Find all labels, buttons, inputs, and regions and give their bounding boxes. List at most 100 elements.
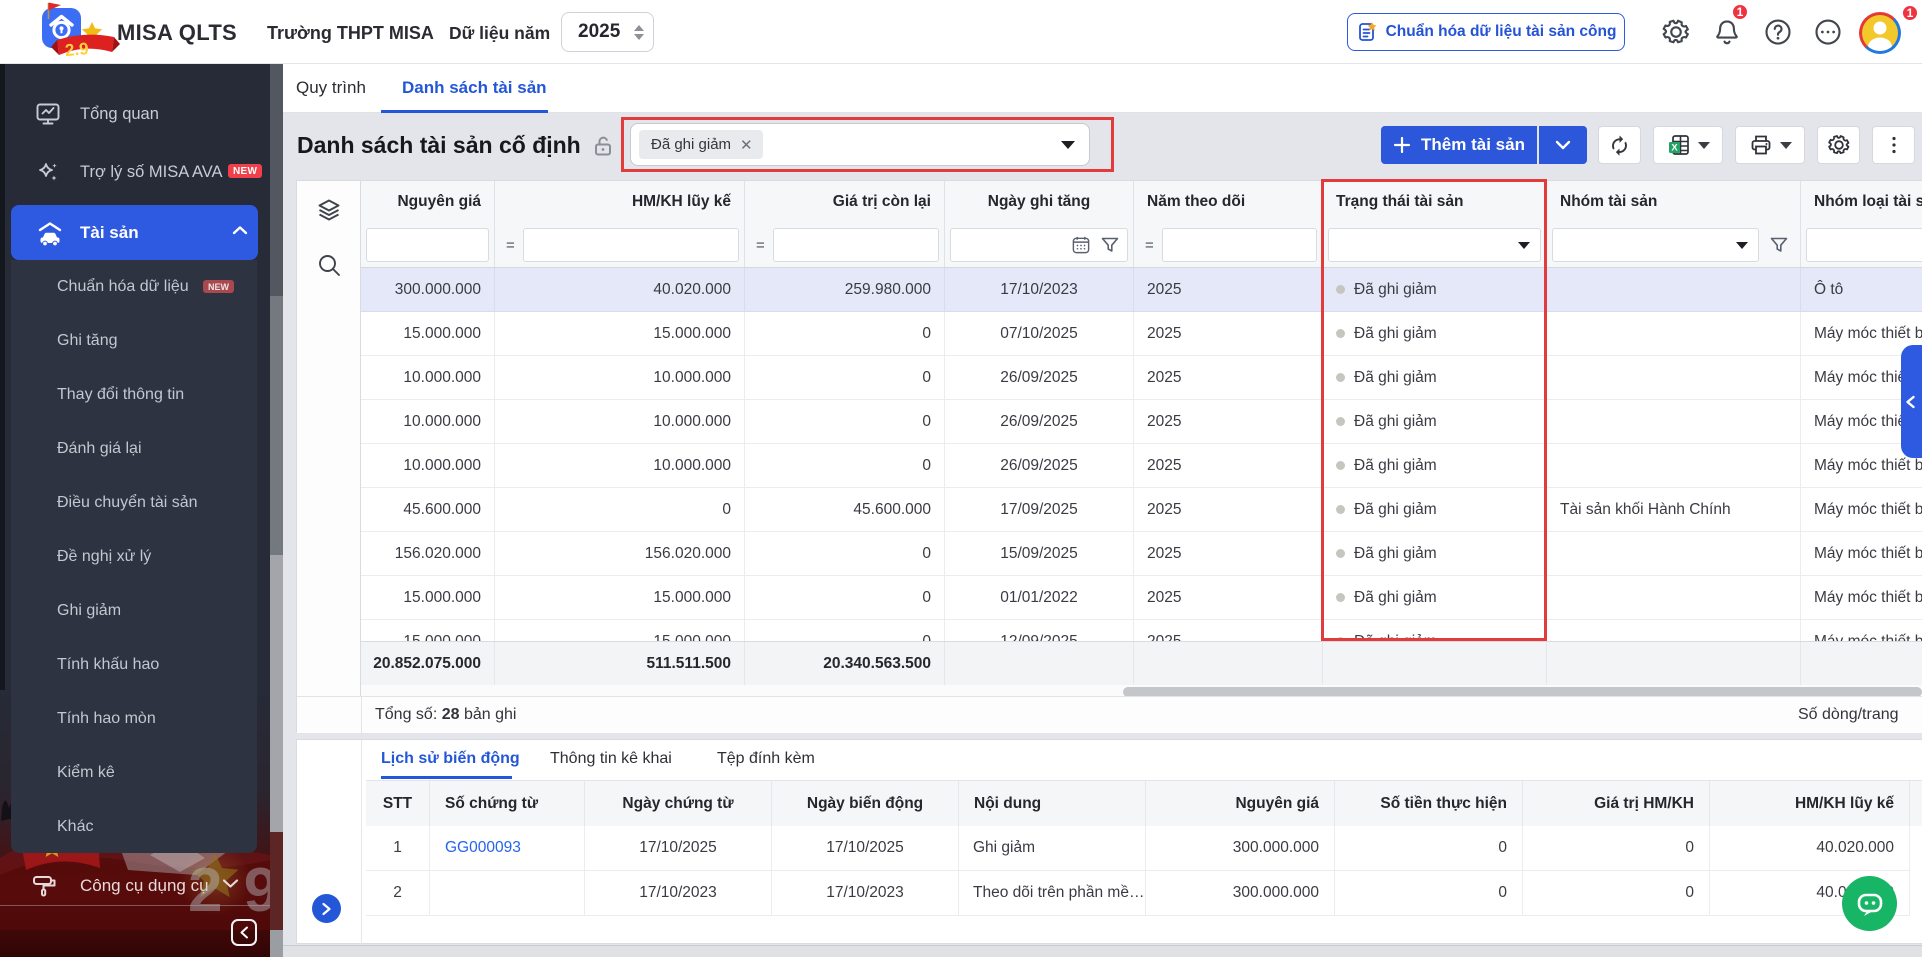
- sidebar-subitem[interactable]: Đánh giá lại: [11, 422, 257, 476]
- sidebar-item-overview[interactable]: Tổng quan: [0, 87, 270, 141]
- table-row[interactable]: 156.020.000156.020.000015/09/20252025Đã …: [361, 532, 1922, 576]
- equals-operator[interactable]: =: [1145, 237, 1154, 254]
- funnel-icon[interactable]: [1100, 235, 1120, 255]
- filter-asset-group-cell: [1547, 223, 1801, 267]
- sidebar-item-assets[interactable]: Tài sản: [11, 205, 258, 260]
- sidebar-scrollbar[interactable]: [270, 64, 283, 957]
- column-header[interactable]: Năm theo dõi: [1134, 181, 1323, 223]
- expand-detail-button[interactable]: [312, 894, 341, 923]
- sidebar-subitem[interactable]: Thay đổi thông tin: [11, 368, 257, 422]
- tab-process[interactable]: Quy trình: [296, 78, 366, 98]
- cell: 12/09/2025: [945, 620, 1134, 641]
- status-filter-chip[interactable]: Đã ghi giảm ✕: [639, 130, 763, 159]
- more-options-icon[interactable]: [1813, 17, 1843, 47]
- add-asset-button[interactable]: Thêm tài sản: [1381, 126, 1537, 164]
- app-logo[interactable]: 2.9: [38, 0, 122, 62]
- status-filter-combobox[interactable]: Đã ghi giảm ✕: [630, 123, 1090, 166]
- export-excel-button[interactable]: X: [1653, 126, 1723, 164]
- filter-remaining-value[interactable]: [773, 228, 939, 262]
- detail-column-header[interactable]: STT: [366, 781, 430, 826]
- help-icon[interactable]: [1763, 17, 1793, 47]
- caret-down-icon[interactable]: [1736, 242, 1748, 249]
- normalize-data-button[interactable]: Chuẩn hóa dữ liệu tài sản công: [1347, 13, 1625, 51]
- tab-attachments[interactable]: Tệp đính kèm: [717, 750, 815, 768]
- detail-column-header[interactable]: Ngày biến động: [772, 781, 959, 826]
- detail-column-header[interactable]: Số chứng từ: [430, 781, 585, 826]
- column-header[interactable]: Giá trị còn lại: [745, 181, 945, 223]
- column-header[interactable]: Ngày ghi tăng: [945, 181, 1134, 223]
- detail-row[interactable]: 217/10/202317/10/2023Theo dõi trên phần …: [366, 871, 1922, 916]
- tab-history[interactable]: Lịch sử biến động: [381, 750, 520, 768]
- user-avatar[interactable]: [1859, 12, 1901, 54]
- sidebar-subitem[interactable]: Kiểm kê: [11, 746, 257, 800]
- table-row[interactable]: 15.000.00015.000.000007/10/20252025Đã gh…: [361, 312, 1922, 356]
- detail-column-header[interactable]: HM/KH lũy kế: [1710, 781, 1910, 826]
- grid-settings-button[interactable]: [1817, 126, 1860, 164]
- equals-operator[interactable]: =: [756, 237, 765, 254]
- filter-tracking-year[interactable]: [1162, 228, 1317, 262]
- detail-column-header[interactable]: Nội dung: [959, 781, 1146, 826]
- sidebar-subitem[interactable]: Ghi tăng: [11, 314, 257, 368]
- year-spinner-icon[interactable]: [634, 25, 644, 40]
- column-header[interactable]: Nhóm loại tài sản: [1801, 181, 1922, 223]
- filter-accum-depreciation[interactable]: [523, 228, 739, 262]
- filter-asset-status[interactable]: [1328, 228, 1541, 262]
- table-row[interactable]: 10.000.00010.000.000026/09/20252025Đã gh…: [361, 356, 1922, 400]
- sidebar-subitem[interactable]: Chuẩn hóa dữ liệuNEW: [11, 260, 257, 314]
- detail-column-header[interactable]: Ngày chứng từ: [585, 781, 772, 826]
- table-row[interactable]: 45.600.000045.600.00017/09/20252025Đã gh…: [361, 488, 1922, 532]
- sidebar-subitem[interactable]: Tính hao mòn: [11, 692, 257, 746]
- sidebar-subitem[interactable]: Điều chuyển tài sản: [11, 476, 257, 530]
- search-icon[interactable]: [316, 252, 342, 278]
- tab-asset-list[interactable]: Danh sách tài sản: [402, 78, 547, 98]
- chat-support-button[interactable]: [1842, 876, 1897, 931]
- layers-icon[interactable]: [316, 197, 342, 223]
- table-row[interactable]: 10.000.00010.000.000026/09/20252025Đã gh…: [361, 400, 1922, 444]
- cell: 17/10/2023: [945, 268, 1134, 312]
- table-row[interactable]: 10.000.00010.000.000026/09/20252025Đã gh…: [361, 444, 1922, 488]
- calendar-icon[interactable]: [1071, 235, 1091, 255]
- sidebar-item-label: Tài sản: [80, 223, 139, 243]
- lock-open-icon[interactable]: [591, 134, 615, 158]
- settings-icon[interactable]: [1661, 17, 1691, 47]
- side-panel-toggle[interactable]: [1901, 345, 1922, 458]
- column-header[interactable]: Nguyên giá: [361, 181, 495, 223]
- sidebar-subitem[interactable]: Đề nghị xử lý: [11, 530, 257, 584]
- status-dot-icon: [1336, 461, 1345, 470]
- funnel-icon[interactable]: [1769, 235, 1789, 255]
- detail-column-header[interactable]: Nguyên giá: [1146, 781, 1335, 826]
- filter-asset-group[interactable]: [1552, 228, 1759, 262]
- add-asset-dropdown-button[interactable]: [1538, 126, 1587, 164]
- chip-remove-icon[interactable]: ✕: [740, 136, 753, 154]
- sidebar-subitem[interactable]: Khác: [11, 800, 257, 854]
- refresh-button[interactable]: [1598, 126, 1641, 164]
- detail-column-header[interactable]: Giá trị HM/KH: [1523, 781, 1710, 826]
- column-header[interactable]: Nhóm tài sản: [1547, 181, 1801, 223]
- combo-caret-icon[interactable]: [1061, 141, 1075, 149]
- caret-down-icon[interactable]: [1518, 242, 1530, 249]
- detail-row[interactable]: 1GG00009317/10/202517/10/2025Ghi giảm300…: [366, 826, 1922, 871]
- year-select[interactable]: 2025: [561, 12, 654, 52]
- column-header[interactable]: HM/KH lũy kế: [495, 181, 745, 223]
- sidebar-collapse-button[interactable]: [231, 919, 257, 946]
- detail-cell[interactable]: GG000093: [430, 826, 585, 871]
- table-row[interactable]: 300.000.00040.020.000259.980.00017/10/20…: [361, 268, 1922, 312]
- filter-increase-date[interactable]: [950, 228, 1128, 262]
- sidebar-item-label: Tổng quan: [80, 105, 159, 124]
- column-header[interactable]: Trạng thái tài sản: [1323, 181, 1547, 223]
- detail-column-header[interactable]: Số tiền thực hiện: [1335, 781, 1523, 826]
- notifications-icon[interactable]: [1712, 17, 1742, 47]
- table-row[interactable]: 15.000.00015.000.000012/09/20252025Đã gh…: [361, 620, 1922, 641]
- window-scrollbar-strip[interactable]: [283, 945, 1922, 957]
- cell: 15.000.000: [361, 312, 495, 356]
- print-button[interactable]: [1735, 126, 1805, 164]
- filter-asset-type-group[interactable]: [1806, 228, 1922, 262]
- equals-operator[interactable]: =: [506, 237, 515, 254]
- organization-name[interactable]: Trường THPT MISA: [267, 23, 434, 44]
- table-row[interactable]: 15.000.00015.000.000001/01/20222025Đã gh…: [361, 576, 1922, 620]
- sidebar-subitem[interactable]: Tính khấu hao: [11, 638, 257, 692]
- sidebar-subitem[interactable]: Ghi giảm: [11, 584, 257, 638]
- tab-declaration[interactable]: Thông tin kê khai: [550, 750, 672, 768]
- more-actions-button[interactable]: [1872, 126, 1915, 164]
- filter-original-price[interactable]: [366, 228, 489, 262]
